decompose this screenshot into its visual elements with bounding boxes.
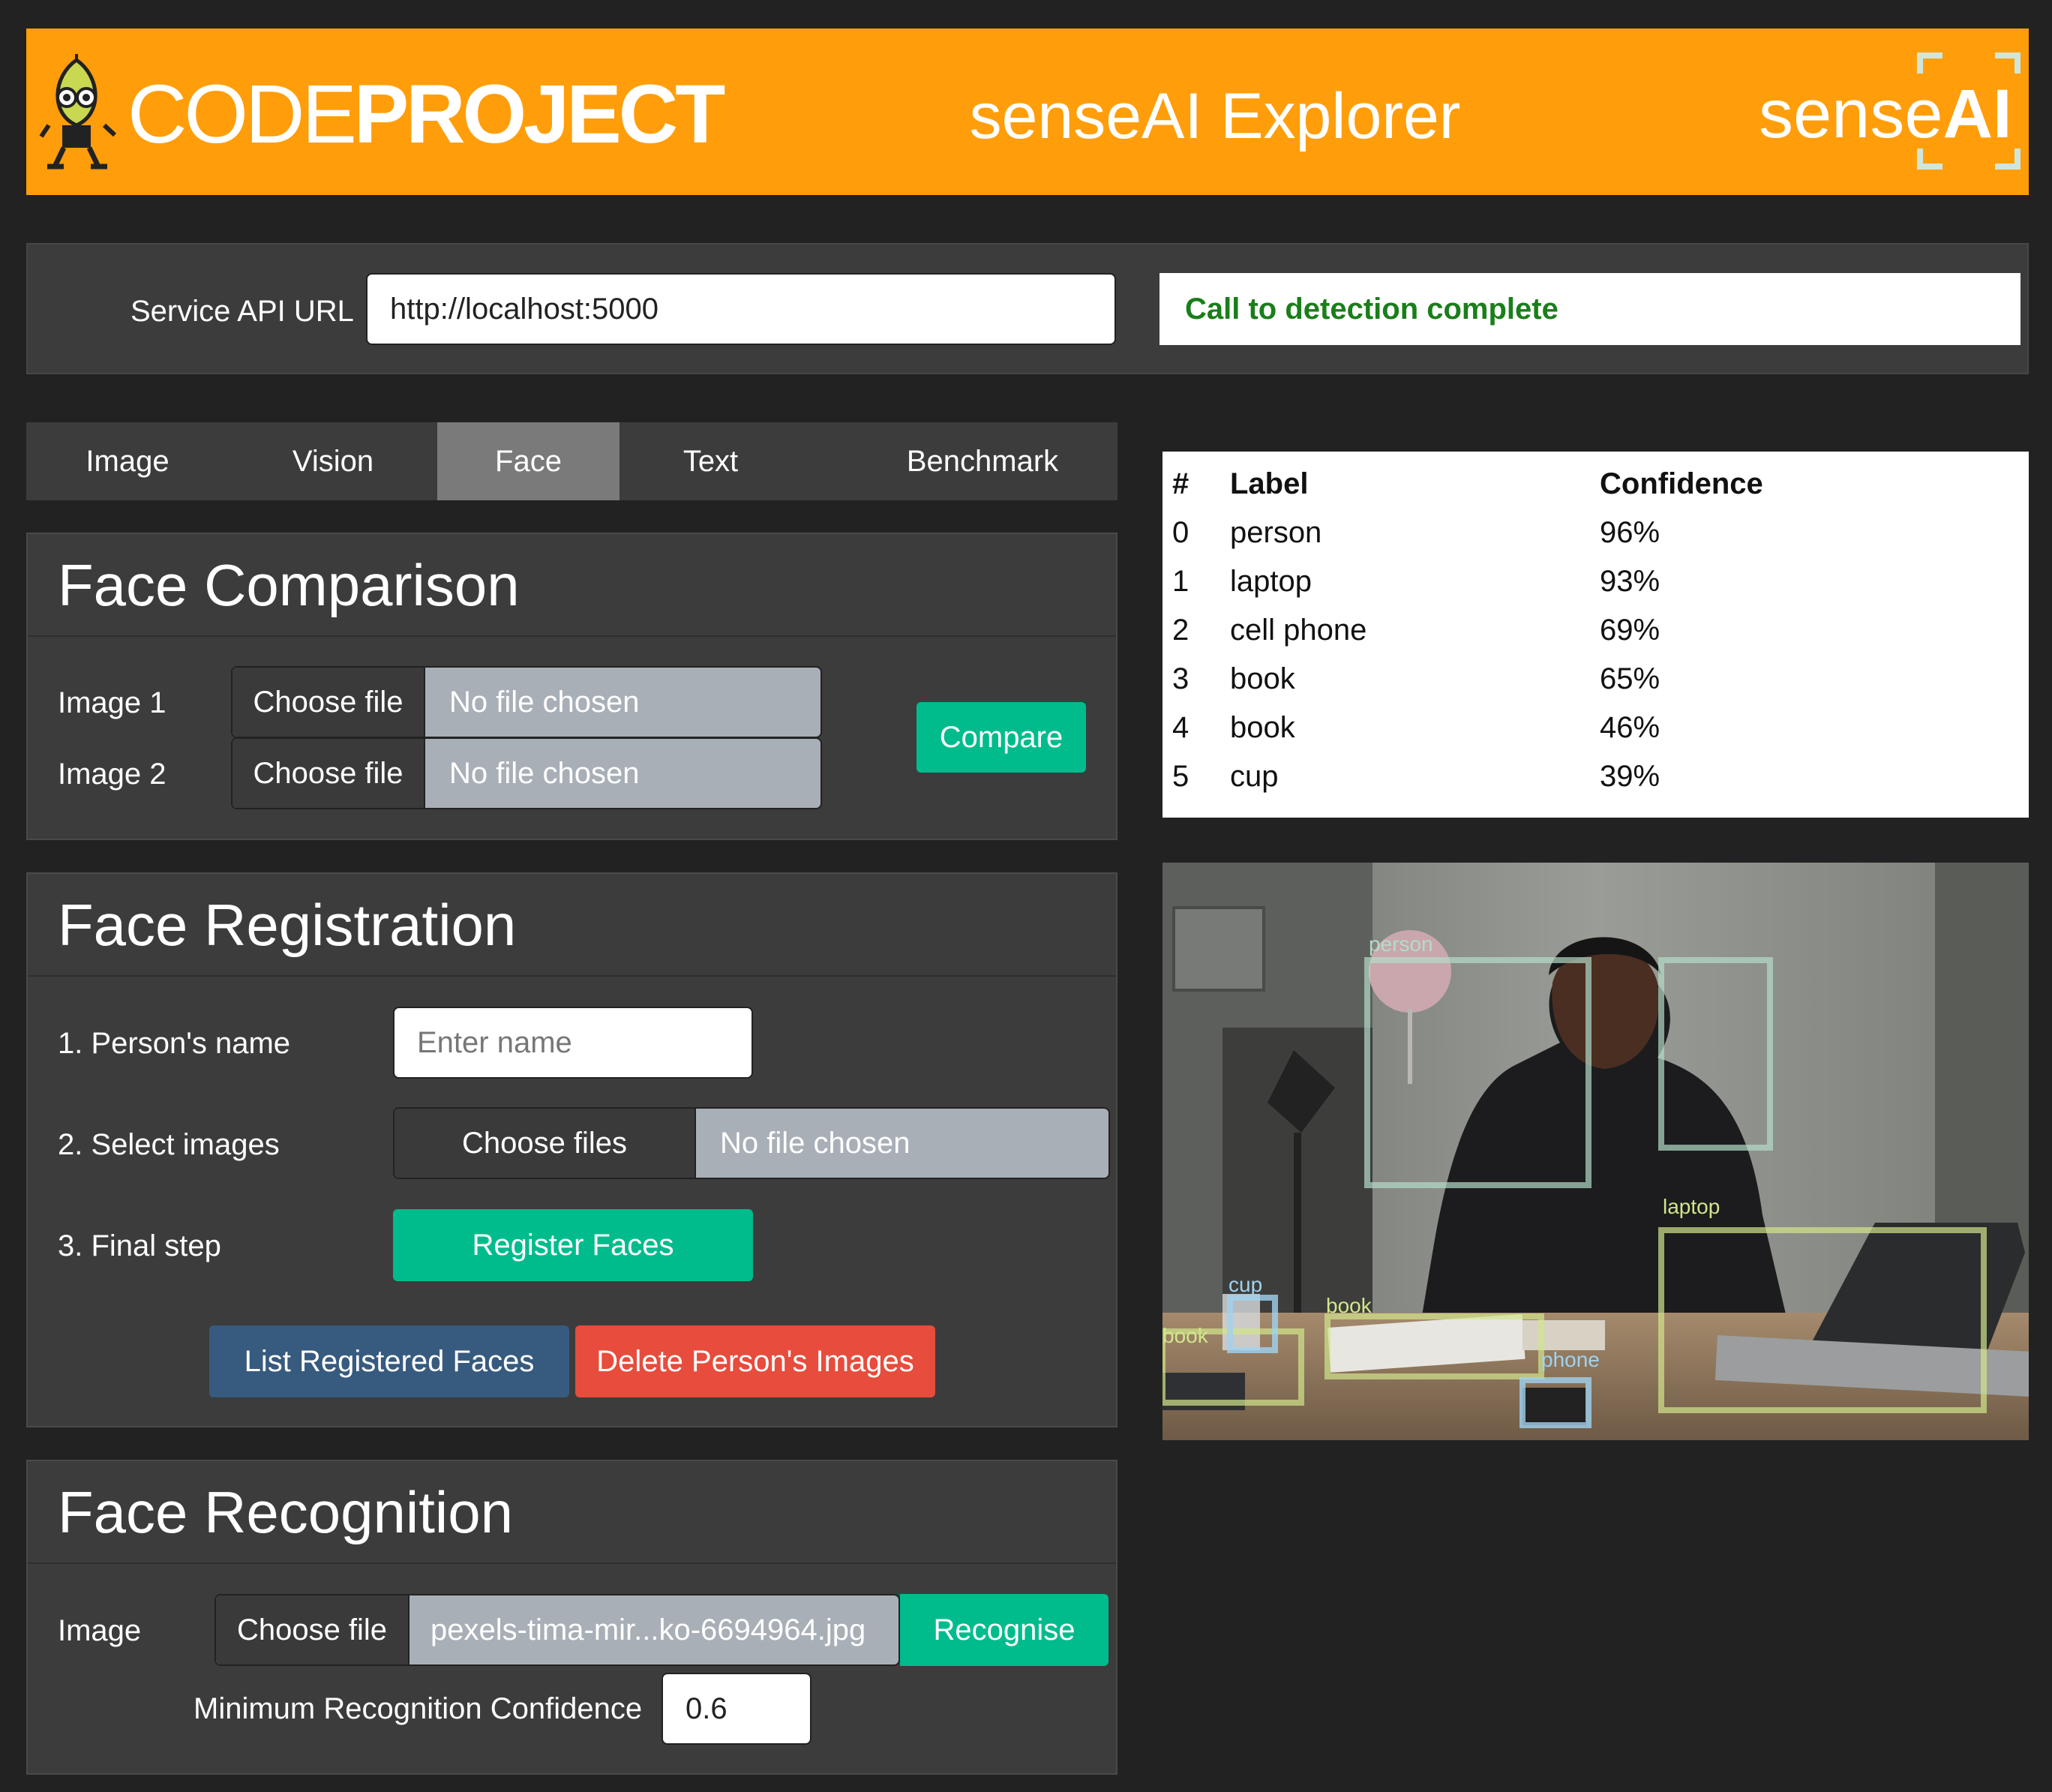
service-api-url-label: Service API URL	[130, 295, 354, 328]
final-step-label: 3. Final step	[58, 1229, 221, 1262]
persons-name-label: 1. Person's name	[58, 1027, 291, 1060]
senseai-logo-thin: sense	[1759, 76, 1943, 152]
divider	[28, 1562, 1116, 1564]
label-book-1: book	[1326, 1294, 1372, 1317]
row-confidence: 96%	[1600, 516, 1660, 549]
row-index: 0	[1172, 516, 1190, 549]
image2-file-input[interactable]: Choose file No file chosen	[231, 737, 822, 809]
col-header-label: Label	[1230, 467, 1309, 500]
delete-persons-images-button[interactable]: Delete Person's Images	[575, 1325, 935, 1397]
face-recognition-title: Face Recognition	[58, 1479, 514, 1545]
divider	[28, 975, 1116, 977]
codeproject-logo-thin: CODE	[128, 68, 357, 161]
image2-label: Image 2	[58, 758, 166, 791]
label-cup: cup	[1228, 1273, 1262, 1296]
label-book-2: book	[1162, 1324, 1209, 1347]
image1-label: Image 1	[58, 686, 166, 719]
tab-image[interactable]: Image	[26, 422, 229, 500]
tab-text[interactable]: Text	[620, 422, 802, 500]
min-confidence-input[interactable]: 0.6	[662, 1673, 812, 1745]
status-message: Call to detection complete	[1160, 273, 2020, 345]
recognition-file-input[interactable]: Choose file pexels-tima-mir...ko-6694964…	[214, 1594, 900, 1666]
choose-file-button[interactable]: Choose file	[232, 739, 425, 808]
col-header-confidence: Confidence	[1600, 467, 1763, 500]
row-index: 1	[1172, 565, 1190, 598]
person-name-placeholder: Enter name	[417, 1026, 572, 1059]
row-index: 4	[1172, 711, 1190, 744]
codeproject-mascot-icon	[39, 54, 117, 170]
row-confidence: 39%	[1600, 760, 1660, 793]
face-registration-title: Face Registration	[58, 892, 517, 958]
file-status: No file chosen	[720, 1127, 910, 1160]
row-label: book	[1230, 711, 1295, 744]
label-person: person	[1369, 932, 1433, 956]
face-comparison-title: Face Comparison	[58, 552, 520, 618]
compare-button[interactable]: Compare	[916, 702, 1086, 773]
select-images-label: 2. Select images	[58, 1128, 280, 1161]
choose-files-button[interactable]: Choose files	[394, 1109, 696, 1178]
choose-file-button[interactable]: Choose file	[216, 1595, 410, 1664]
row-index: 3	[1172, 662, 1190, 695]
service-api-url-input[interactable]: http://localhost:5000	[366, 273, 1116, 345]
choose-file-button[interactable]: Choose file	[232, 668, 425, 737]
list-registered-faces-button[interactable]: List Registered Faces	[209, 1325, 569, 1397]
person-name-input[interactable]: Enter name	[393, 1007, 753, 1079]
row-confidence: 69%	[1600, 614, 1660, 647]
label-laptop: laptop	[1663, 1195, 1720, 1218]
label-phone: phone	[1541, 1348, 1600, 1371]
min-recognition-confidence-label: Minimum Recognition Confidence	[194, 1692, 643, 1725]
col-header-index: #	[1172, 467, 1190, 500]
row-label: cell phone	[1230, 614, 1367, 647]
file-status: No file chosen	[449, 686, 640, 719]
divider	[28, 635, 1116, 637]
senseai-logo: senseAI	[1759, 69, 2012, 159]
row-label: book	[1230, 662, 1295, 695]
file-status: No file chosen	[449, 757, 640, 790]
recognise-button[interactable]: Recognise	[900, 1594, 1108, 1666]
row-index: 2	[1172, 614, 1190, 647]
image1-file-input[interactable]: Choose file No file chosen	[231, 666, 822, 738]
senseai-logo-bold: AI	[1942, 76, 2012, 152]
row-confidence: 93%	[1600, 565, 1660, 598]
row-index: 5	[1172, 760, 1190, 793]
select-images-file-input[interactable]: Choose files No file chosen	[393, 1107, 1110, 1179]
register-faces-button[interactable]: Register Faces	[393, 1209, 753, 1281]
row-confidence: 46%	[1600, 711, 1660, 744]
row-label: laptop	[1230, 565, 1312, 598]
tab-vision[interactable]: Vision	[229, 422, 437, 500]
selected-file-name: pexels-tima-mir...ko-6694964.jpg	[430, 1613, 866, 1646]
codeproject-logo: CODEPROJECT	[128, 66, 726, 164]
row-label: person	[1230, 516, 1322, 549]
tab-benchmark[interactable]: Benchmark	[825, 422, 1140, 500]
row-label: cup	[1230, 760, 1279, 793]
detection-result-image: person laptop cup book book phone	[1162, 863, 2029, 1440]
row-confidence: 65%	[1600, 662, 1660, 695]
page-title: senseAI Explorer	[969, 80, 1461, 152]
codeproject-logo-bold: PROJECT	[353, 68, 726, 161]
image-label: Image	[58, 1614, 142, 1647]
tab-face[interactable]: Face	[437, 422, 620, 500]
